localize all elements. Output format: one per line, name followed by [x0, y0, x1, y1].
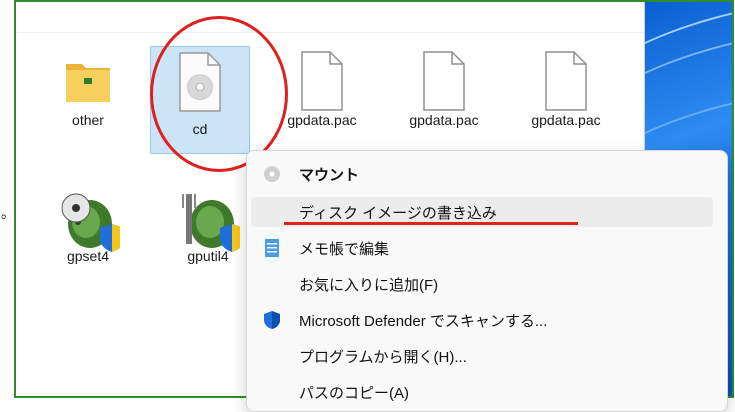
- stray-punctuation: 。: [1, 206, 15, 222]
- file-item-gputil4[interactable]: gputil4: [158, 188, 258, 264]
- menu-label: メモ帳で編集: [299, 240, 390, 258]
- file-item-gpdata-2[interactable]: gpdata.pac: [394, 50, 494, 128]
- menu-label: マウント: [299, 166, 360, 184]
- file-label: gpdata.pac: [409, 112, 479, 128]
- menu-item-copy-path[interactable]: パスのコピー(A): [251, 377, 713, 407]
- file-item-gpdata-3[interactable]: gpdata.pac: [516, 50, 616, 128]
- red-underline-annotation: [284, 222, 578, 225]
- menu-item-edit-notepad[interactable]: メモ帳で編集: [251, 233, 713, 263]
- menu-item-defender-scan[interactable]: Microsoft Defender でスキャンする...: [251, 305, 713, 335]
- toolbar-strip: [16, 2, 644, 33]
- blank-icon: [261, 345, 283, 367]
- blank-icon: [261, 201, 283, 223]
- context-menu: マウント ディスク イメージの書き込み メモ帳で編集 お気に入りに追加(F) M…: [246, 150, 728, 412]
- blank-icon: [261, 273, 283, 295]
- notepad-icon: [261, 237, 283, 259]
- menu-item-mount[interactable]: マウント: [251, 159, 713, 189]
- blank-icon: [261, 381, 283, 403]
- menu-label: ディスク イメージの書き込み: [299, 204, 497, 222]
- file-label: gpdata.pac: [531, 112, 601, 128]
- app-disc-shield-icon: [56, 188, 124, 252]
- menu-label: Microsoft Defender でスキャンする...: [299, 312, 548, 330]
- blank-file-icon: [542, 50, 590, 112]
- file-label: other: [72, 112, 104, 128]
- menu-label: お気に入りに追加(F): [299, 276, 439, 294]
- disc-icon: [261, 163, 283, 185]
- menu-item-add-favorites[interactable]: お気に入りに追加(F): [251, 269, 713, 299]
- file-item-other[interactable]: other: [38, 50, 138, 128]
- defender-shield-icon: [261, 309, 283, 331]
- menu-item-open-with[interactable]: プログラムから開く(H)...: [251, 341, 713, 371]
- menu-label: パスのコピー(A): [299, 384, 409, 402]
- blank-file-icon: [298, 50, 346, 112]
- blank-file-icon: [420, 50, 468, 112]
- file-label: gpdata.pac: [287, 112, 357, 128]
- red-highlight-circle: [150, 16, 288, 172]
- menu-label: プログラムから開く(H)...: [299, 348, 467, 366]
- folder-icon: [64, 50, 112, 112]
- app-fork-shield-icon: [176, 188, 244, 252]
- file-item-gpset4[interactable]: gpset4: [38, 188, 138, 264]
